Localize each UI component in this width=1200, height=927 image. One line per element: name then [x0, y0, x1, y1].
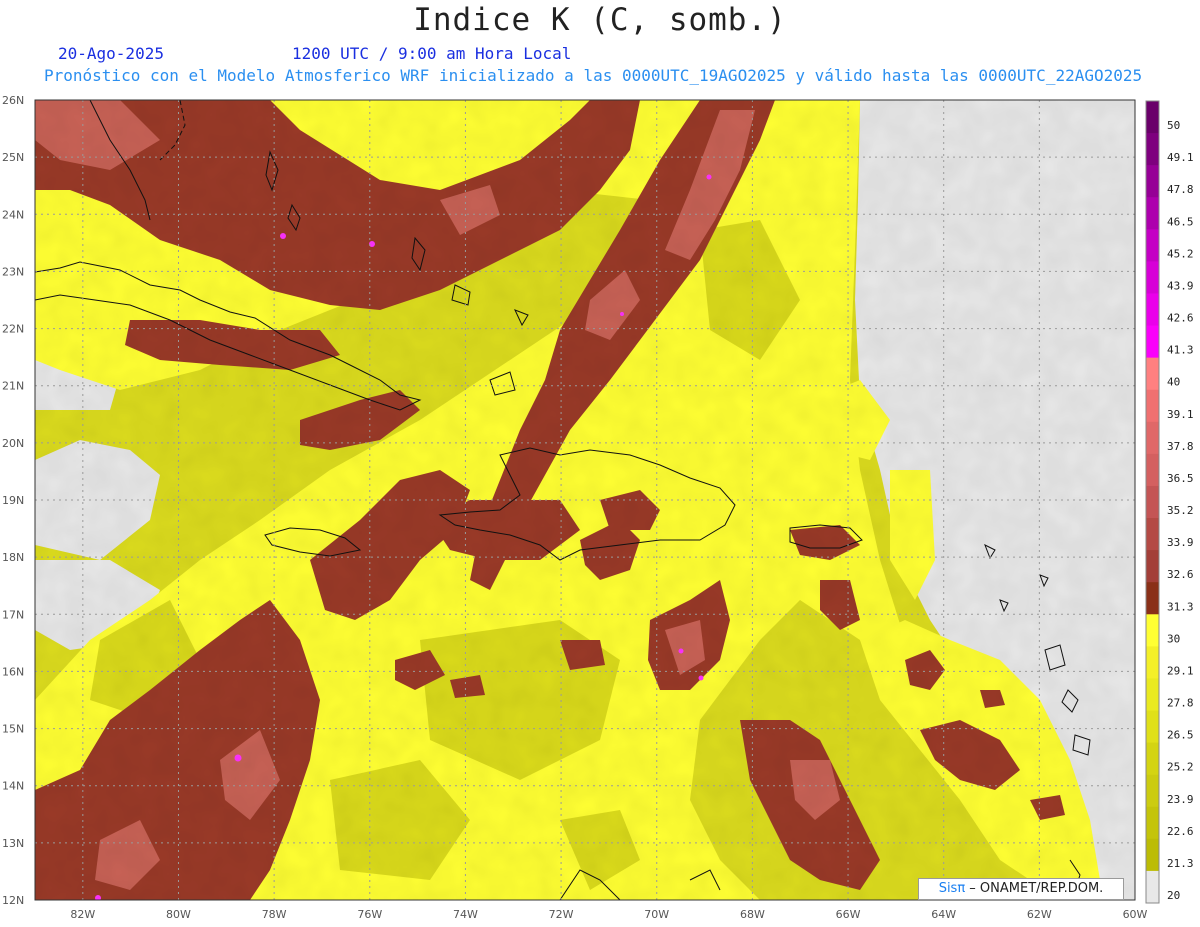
legend-label: 45.2 [1167, 247, 1194, 260]
legend-label: 49.1 [1167, 151, 1194, 164]
legend-label: 31.3 [1167, 600, 1194, 613]
lon-label: 82W [70, 908, 95, 921]
legend-swatch [1146, 197, 1159, 230]
lat-label: 16N [2, 665, 24, 678]
lon-label: 80W [166, 908, 191, 921]
lon-label: 64W [931, 908, 956, 921]
lon-label: 60W [1123, 908, 1148, 921]
lon-label: 78W [262, 908, 287, 921]
lat-label: 26N [2, 94, 24, 107]
lat-label: 13N [2, 837, 24, 850]
lon-label: 72W [549, 908, 574, 921]
legend-swatch [1146, 453, 1159, 487]
lat-label: 23N [2, 265, 24, 278]
legend-swatch [1146, 165, 1159, 198]
latitude-labels: 26N 25N 24N 23N 22N 21N 20N 19N 18N 17N 16N 15N 14N 1… [2, 94, 24, 907]
legend-label: 40 [1167, 376, 1180, 389]
legend-label: 35.2 [1167, 504, 1194, 517]
legend-swatch [1146, 421, 1159, 455]
lon-label: 66W [836, 908, 861, 921]
lat-label: 18N [2, 551, 24, 564]
legend-swatch [1146, 774, 1159, 808]
legend-label: 36.5 [1167, 472, 1194, 485]
legend-swatch [1146, 550, 1159, 583]
legend-label: 43.9 [1167, 279, 1194, 292]
lat-label: 21N [2, 380, 24, 393]
legend-swatch [1146, 678, 1159, 712]
lon-label: 76W [357, 908, 382, 921]
legend-swatch [1146, 838, 1159, 872]
legend-label: 22.6 [1167, 825, 1194, 838]
legend-swatch [1146, 325, 1159, 359]
legend-label: 42.6 [1167, 312, 1194, 325]
legend-swatch [1146, 101, 1159, 134]
legend-label: 32.6 [1167, 568, 1194, 581]
legend-swatch [1146, 646, 1159, 679]
legend-label: 50 [1167, 119, 1180, 132]
credit-box: Sisπ – ONAMET/REP.DOM. [918, 878, 1124, 900]
color-legend: 50 49.1 47.8 46.5 45.2 43.9 42.6 41.3 40 39.1 37.8… [1145, 100, 1194, 904]
legend-swatch [1146, 870, 1159, 904]
k-index-map: 26N 25N 24N 23N 22N 21N 20N 19N 18N 17N 16N 15N 14N 1… [2, 94, 1194, 921]
lon-label: 68W [740, 908, 765, 921]
sis-label: Sisπ [938, 881, 966, 896]
legend-swatch [1146, 293, 1159, 327]
longitude-labels: 82W 80W 78W 76W 74W 72W 70W 68W 66W 64W 62W 60W [70, 908, 1147, 921]
legend-swatch [1146, 806, 1159, 840]
legend-label: 30 [1167, 632, 1180, 645]
lat-label: 17N [2, 608, 24, 621]
legend-label: 29.1 [1167, 664, 1194, 677]
legend-label: 41.3 [1167, 344, 1194, 357]
legend-swatch [1146, 389, 1159, 423]
legend-swatch [1146, 357, 1159, 391]
onamet-label: – ONAMET/REP.DOM. [965, 881, 1104, 896]
lat-label: 24N [2, 208, 24, 221]
legend-label: 21.3 [1167, 857, 1194, 870]
lon-label: 74W [453, 908, 478, 921]
legend-label: 26.5 [1167, 729, 1194, 742]
lat-label: 22N [2, 323, 24, 336]
lat-label: 12N [2, 894, 24, 907]
legend-label: 23.9 [1167, 793, 1194, 806]
lon-label: 62W [1027, 908, 1052, 921]
lon-label: 70W [644, 908, 669, 921]
lat-label: 19N [2, 494, 24, 507]
lat-label: 25N [2, 151, 24, 164]
legend-label: 25.2 [1167, 761, 1194, 774]
field-layer [35, 100, 1135, 900]
legend-label: 20 [1167, 889, 1180, 902]
legend-label: 37.8 [1167, 440, 1194, 453]
legend-swatch [1146, 582, 1159, 615]
legend-label: 47.8 [1167, 183, 1194, 196]
lat-label: 14N [2, 780, 24, 793]
legend-swatch [1146, 518, 1159, 551]
lat-label: 15N [2, 723, 24, 736]
legend-swatch [1146, 229, 1159, 262]
legend-swatch [1146, 261, 1159, 294]
legend-swatch [1146, 710, 1159, 744]
legend-swatch [1146, 485, 1159, 519]
legend-label: 27.8 [1167, 697, 1194, 710]
legend-swatch [1146, 614, 1159, 647]
legend-label: 39.1 [1167, 408, 1194, 421]
legend-swatch [1146, 133, 1159, 166]
lat-label: 20N [2, 437, 24, 450]
legend-label: 33.9 [1167, 536, 1194, 549]
legend-label: 46.5 [1167, 215, 1194, 228]
legend-swatch [1146, 742, 1159, 776]
